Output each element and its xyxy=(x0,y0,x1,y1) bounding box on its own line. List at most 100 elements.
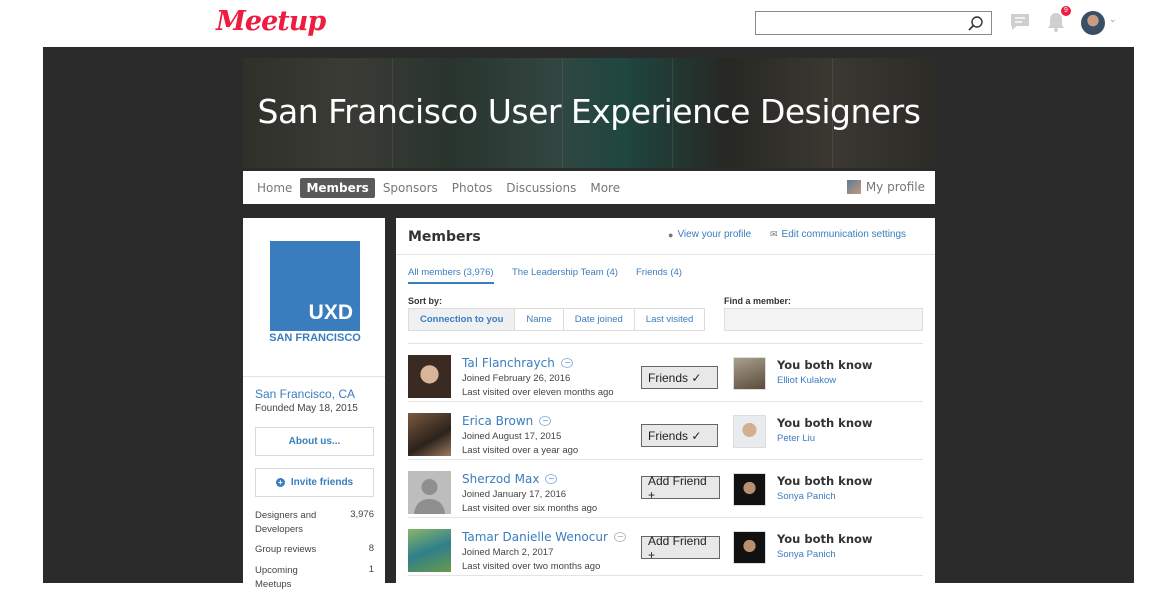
profile-thumbnail xyxy=(846,180,861,194)
invite-friends-button[interactable]: + Invite friends xyxy=(255,468,374,497)
mutual-friend-photo[interactable] xyxy=(733,415,766,448)
sort-connection[interactable]: Connection to you xyxy=(409,309,516,330)
friends-button[interactable]: Friends ✓ xyxy=(641,424,718,447)
group-nav: Home Members Sponsors Photos Discussions… xyxy=(243,171,935,204)
plus-icon: + xyxy=(275,478,285,487)
nav-photos[interactable]: Photos xyxy=(446,178,498,198)
mutual-friend-photo[interactable] xyxy=(733,473,766,506)
view-profile-link[interactable]: ● View your profile xyxy=(668,229,751,240)
mail-icon: ✉ xyxy=(770,229,778,239)
member-photo[interactable] xyxy=(408,529,451,572)
nav-home[interactable]: Home xyxy=(251,178,298,198)
user-avatar[interactable] xyxy=(1081,11,1105,35)
message-icon[interactable] xyxy=(560,358,573,368)
you-both-know-label: You both know xyxy=(777,358,873,372)
group-logo-text: UXD xyxy=(308,301,353,324)
mutual-friend-link[interactable]: Peter Liu xyxy=(777,433,815,444)
member-last-visited: Last visited over eleven months ago xyxy=(462,387,614,398)
you-both-know-label: You both know xyxy=(777,532,873,546)
you-both-know-label: You both know xyxy=(777,474,873,488)
group-title: San Francisco User Experience Designers xyxy=(257,92,921,131)
notification-badge: 9 xyxy=(1061,6,1071,16)
top-bar: Meetup 9 ⌄ xyxy=(0,0,1176,47)
sort-date-joined[interactable]: Date joined xyxy=(563,309,635,330)
member-row: Erica Brown Joined August 17, 2015 Last … xyxy=(408,402,923,460)
member-name-link[interactable]: Erica Brown xyxy=(462,414,552,428)
mutual-friend-photo[interactable] xyxy=(733,357,766,390)
nav-more[interactable]: More xyxy=(584,178,626,198)
mutual-friend-link[interactable]: Elliot Kulakow xyxy=(777,375,836,386)
person-icon: ● xyxy=(668,229,674,240)
about-us-button[interactable]: About us... xyxy=(255,427,374,456)
add-friend-button[interactable]: Add Friend + xyxy=(641,474,720,502)
about-us-label: About us... xyxy=(288,436,341,447)
member-row: Tal Flanchraych Joined February 26, 2016… xyxy=(408,344,923,402)
tab-leadership-team[interactable]: The Leadership Team (4) xyxy=(512,267,618,282)
my-profile-label: My profile xyxy=(865,180,925,194)
member-photo[interactable] xyxy=(408,413,451,456)
find-member-label: Find a member: xyxy=(724,296,792,306)
group-banner: San Francisco User Experience Designers xyxy=(243,58,935,168)
founded-date: Founded May 18, 2015 xyxy=(255,403,358,414)
member-last-visited: Last visited over two months ago xyxy=(462,561,601,572)
members-title: Members xyxy=(408,229,481,245)
message-icon[interactable] xyxy=(539,416,552,426)
friends-button[interactable]: Friends ✓ xyxy=(641,366,718,389)
mutual-friend-link[interactable]: Sonya Panich xyxy=(777,549,836,560)
group-sidebar: UXD SAN FRANCISCO San Francisco, CA Foun… xyxy=(243,218,385,590)
stat-value: 3,976 xyxy=(350,509,374,520)
edit-communication-link[interactable]: ✉ Edit communication settings xyxy=(770,229,906,240)
member-joined: Joined August 17, 2015 xyxy=(462,431,562,442)
chat-icon[interactable] xyxy=(1009,12,1031,32)
group-logo-subtitle: SAN FRANCISCO xyxy=(269,332,361,344)
stat-value: 8 xyxy=(368,543,374,554)
sort-name[interactable]: Name xyxy=(515,309,564,330)
member-name-link[interactable]: Sherzod Max xyxy=(462,472,558,486)
member-photo[interactable] xyxy=(408,355,451,398)
member-joined: Joined March 2, 2017 xyxy=(462,547,554,558)
stat-members[interactable]: Designers and Developers 3,976 xyxy=(255,509,374,537)
mutual-friend-photo[interactable] xyxy=(733,531,766,564)
stat-label: Group reviews xyxy=(255,544,317,555)
member-last-visited: Last visited over six months ago xyxy=(462,503,598,514)
member-name: Erica Brown xyxy=(462,414,534,428)
member-name-link[interactable]: Tal Flanchraych xyxy=(462,356,573,370)
member-joined: Joined January 17, 2016 xyxy=(462,489,567,500)
search-icon[interactable] xyxy=(967,15,985,33)
sort-options: Connection to you Name Date joined Last … xyxy=(408,308,706,331)
search-input[interactable] xyxy=(755,11,992,35)
tab-friends[interactable]: Friends (4) xyxy=(636,267,682,282)
group-logo[interactable]: UXD xyxy=(270,241,360,331)
stat-upcoming[interactable]: Upcoming Meetups 1 xyxy=(255,564,374,592)
panel-divider xyxy=(396,254,935,255)
page-edge-right xyxy=(1134,560,1176,583)
find-member-input[interactable] xyxy=(724,308,923,331)
group-location[interactable]: San Francisco, CA xyxy=(255,387,355,401)
message-icon[interactable] xyxy=(613,532,626,542)
sort-by-label: Sort by: xyxy=(408,296,443,306)
member-last-visited: Last visited over a year ago xyxy=(462,445,579,456)
nav-members[interactable]: Members xyxy=(300,177,375,198)
page-edge-left xyxy=(0,560,43,583)
view-profile-label: View your profile xyxy=(677,229,752,240)
member-name-link[interactable]: Tamar Danielle Wenocur xyxy=(462,530,626,544)
member-name: Sherzod Max xyxy=(462,472,540,486)
chevron-down-icon[interactable]: ⌄ xyxy=(1109,14,1117,25)
mutual-friend-link[interactable]: Sonya Panich xyxy=(777,491,836,502)
sort-last-visited[interactable]: Last visited xyxy=(634,309,705,330)
default-avatar-icon xyxy=(414,479,445,514)
you-both-know-label: You both know xyxy=(777,416,873,430)
stat-reviews[interactable]: Group reviews 8 xyxy=(255,543,374,557)
member-name: Tal Flanchraych xyxy=(462,356,555,370)
tab-all-members[interactable]: All members (3,976) xyxy=(408,267,494,284)
meetup-logo[interactable]: Meetup xyxy=(216,6,326,37)
add-friend-button[interactable]: Add Friend + xyxy=(641,534,720,562)
message-icon[interactable] xyxy=(545,474,558,484)
members-panel: Members ● View your profile ✉ Edit communi… xyxy=(396,218,935,583)
my-profile-link[interactable]: My profile xyxy=(846,180,925,194)
nav-discussions[interactable]: Discussions xyxy=(500,178,582,198)
member-row: Sherzod Max Joined January 17, 2016 Last… xyxy=(408,460,923,518)
member-photo-placeholder[interactable] xyxy=(408,471,451,514)
edit-communication-label: Edit communication settings xyxy=(781,229,907,240)
nav-sponsors[interactable]: Sponsors xyxy=(377,178,444,198)
